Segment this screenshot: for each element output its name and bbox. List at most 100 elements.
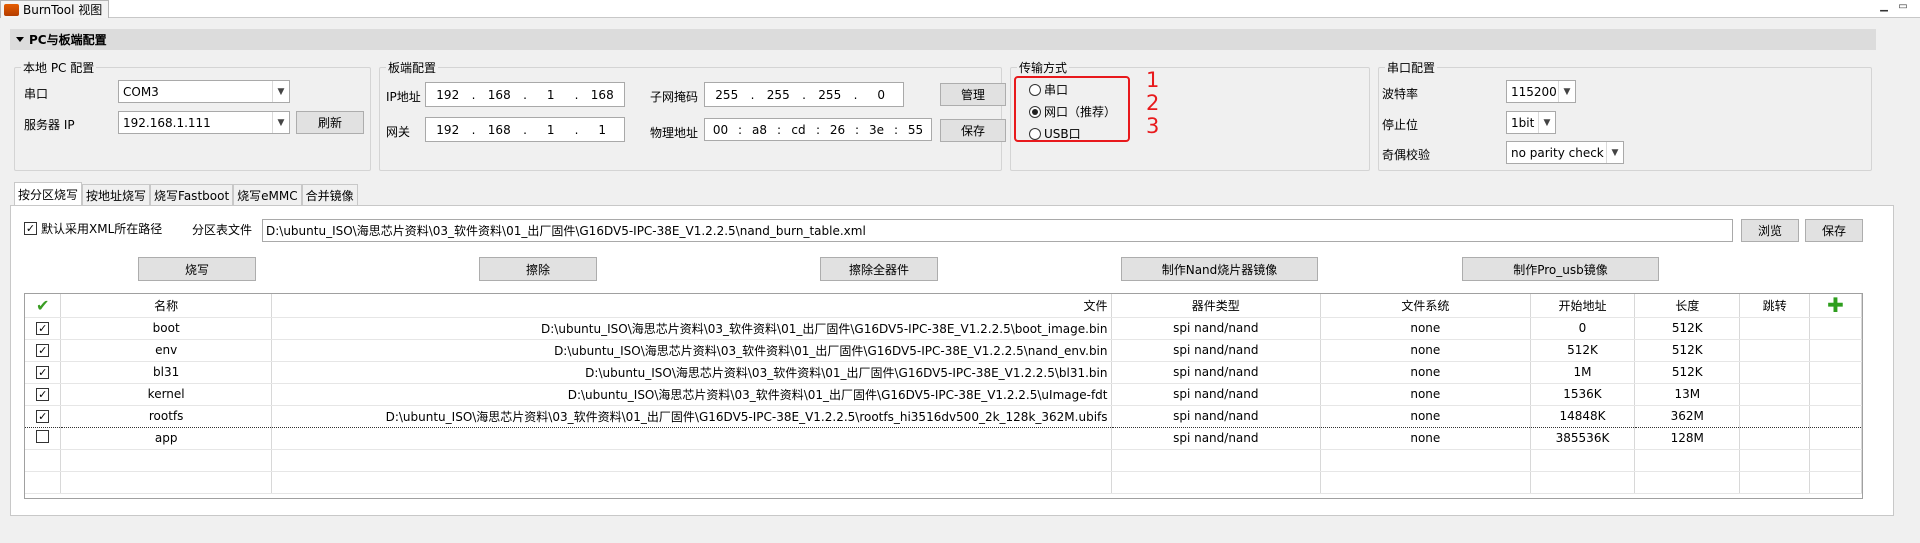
vertical-scrollbar[interactable] [1902,19,1920,543]
cell-start: 0 [1530,317,1636,340]
table-save-button[interactable]: 保存 [1805,219,1863,242]
mask-octet: 255 [818,87,842,102]
tab-fastboot[interactable]: 烧写Fastboot [150,184,234,205]
baud-value: 115200 [1511,84,1557,99]
board-save-button[interactable]: 保存 [940,119,1006,142]
cell-checkbox[interactable]: ✓ [25,383,62,406]
window-tab[interactable]: BurnTool 视图 [0,0,110,18]
empty-cell [1809,449,1862,472]
select-all-column[interactable]: ✔ [25,294,62,318]
section-header[interactable]: PC与板端配置 [10,29,1876,50]
cell-name: env [60,339,272,362]
checkbox-checked-icon: ✓ [36,388,50,401]
empty-cell [1111,449,1322,472]
add-row-column[interactable]: ✚ [1809,294,1862,318]
erase-all-button[interactable]: 擦除全器件 [820,257,938,281]
gateway-octet: 168 [487,122,511,137]
cell-jump [1739,317,1811,340]
cell-device: spi nand/nand [1111,383,1322,406]
cell-device: spi nand/nand [1111,404,1322,428]
window-titlebar: BurnTool 视图 ▁ ▭ [0,0,1920,18]
cell-jump [1739,361,1811,384]
port-select[interactable]: COM3 ▼ [118,80,290,103]
gateway-octet: 1 [546,122,555,137]
empty-cell [1320,471,1531,494]
chevron-down-icon: ▼ [1538,112,1555,133]
cell-length: 362M [1634,404,1741,428]
minimize-icon[interactable]: ▁ [1877,1,1891,13]
tab-address-burn[interactable]: 按地址烧写 [82,184,151,205]
refresh-button[interactable]: 刷新 [296,111,364,134]
mask-octet: 255 [766,87,790,102]
gateway-octet: 192 [436,122,460,137]
erase-button[interactable]: 擦除 [479,257,597,281]
baud-select[interactable]: 115200 ▼ [1506,80,1576,103]
server-ip-select[interactable]: 192.168.1.111 ▼ [118,111,290,134]
cell-jump [1739,404,1811,428]
make-pro-usb-image-button[interactable]: 制作Pro_usb镜像 [1462,257,1659,281]
cell-fs: none [1320,317,1531,340]
cell-jump [1739,427,1811,450]
stop-label: 停止位 [1382,118,1419,132]
server-ip-label: 服务器 IP [24,118,75,132]
cell-name: kernel [60,383,272,406]
stop-value: 1bit [1511,115,1535,130]
tab-merge-image[interactable]: 合并镜像 [301,184,358,205]
table-file-input[interactable]: D:\ubuntu_ISO\海思芯片资料\03_软件资料\01_出厂固件\G16… [262,219,1733,242]
empty-row [25,449,1862,472]
cell-extra [1809,339,1862,362]
cell-checkbox[interactable]: ✓ [25,404,62,428]
cell-checkbox[interactable]: ✓ [25,339,62,362]
burn-button[interactable]: 烧写 [138,257,256,281]
cell-file: D:\ubuntu_ISO\海思芯片资料\03_软件资料\01_出厂固件\G16… [271,361,1112,384]
table-row[interactable]: ✓ env D:\ubuntu_ISO\海思芯片资料\03_软件资料\01_出厂固件… [25,339,1862,362]
make-nand-image-button[interactable]: 制作Nand烧片器镜像 [1121,257,1318,281]
tab-bar: 按分区烧写 按地址烧写 烧写Fastboot 烧写eMMC 合并镜像 [14,182,358,205]
tab-emmc[interactable]: 烧写eMMC [233,184,302,205]
cell-checkbox[interactable]: ✓ [25,361,62,384]
cell-fs: none [1320,339,1531,362]
default-xml-checkbox[interactable]: ✓ 默认采用XML所在路径 [24,220,162,237]
maximize-icon[interactable]: ▭ [1896,1,1910,13]
checkbox-checked-icon: ✓ [36,366,50,379]
collapse-triangle-icon [16,37,24,42]
port-label: 串口 [24,87,49,101]
table-row[interactable]: app spi nand/nand none 385536K 128M [25,427,1862,450]
cell-fs: none [1320,427,1531,450]
cell-checkbox[interactable]: ✓ [25,317,62,340]
stop-select[interactable]: 1bit ▼ [1506,111,1556,134]
checkbox-checked-icon: ✓ [36,344,50,357]
table-row[interactable]: ✓ kernel D:\ubuntu_ISO\海思芯片资料\03_软件资料\01_出… [25,383,1862,406]
mac-field[interactable]: 00: a8: cd: 26: 3e: 55 [704,118,932,141]
empty-cell [271,449,1112,472]
empty-cell [1634,471,1741,494]
parity-label: 奇偶校验 [1382,148,1431,162]
browse-button[interactable]: 浏览 [1741,219,1799,242]
table-row[interactable]: ✓ boot D:\ubuntu_ISO\海思芯片资料\03_软件资料\01_出厂固… [25,317,1862,340]
annotation-3: 3 [1146,114,1160,138]
cell-checkbox[interactable] [25,427,62,450]
mask-field[interactable]: 255. 255. 255. 0 [704,82,904,107]
empty-cell [60,471,272,494]
cell-extra [1809,317,1862,340]
manage-button[interactable]: 管理 [940,83,1006,106]
table-row[interactable]: ✓ bl31 D:\ubuntu_ISO\海思芯片资料\03_软件资料\01_出厂固… [25,361,1862,384]
mask-label: 子网掩码 [650,90,699,104]
ip-field[interactable]: 192. 168. 1. 168 [425,82,625,107]
mask-octet: 0 [877,87,886,102]
chevron-down-icon: ▼ [272,81,289,102]
checkbox-checked-icon: ✓ [36,322,50,335]
tab-partition-burn[interactable]: 按分区烧写 [14,182,83,205]
ip-octet: 168 [487,87,511,102]
empty-cell [25,449,62,472]
column-header: 跳转 [1739,294,1811,318]
parity-select[interactable]: no parity check ▼ [1506,141,1624,164]
empty-cell [25,471,62,494]
mac-octet: 26 [829,122,846,137]
gateway-field[interactable]: 192. 168. 1. 1 [425,117,625,142]
cell-file: D:\ubuntu_ISO\海思芯片资料\03_软件资料\01_出厂固件\G16… [271,404,1112,428]
cell-start: 512K [1530,339,1636,362]
serial-config-legend: 串口配置 [1385,59,1438,76]
empty-cell [1530,449,1636,472]
table-row[interactable]: ✓ rootfs D:\ubuntu_ISO\海思芯片资料\03_软件资料\01_出… [25,404,1862,428]
